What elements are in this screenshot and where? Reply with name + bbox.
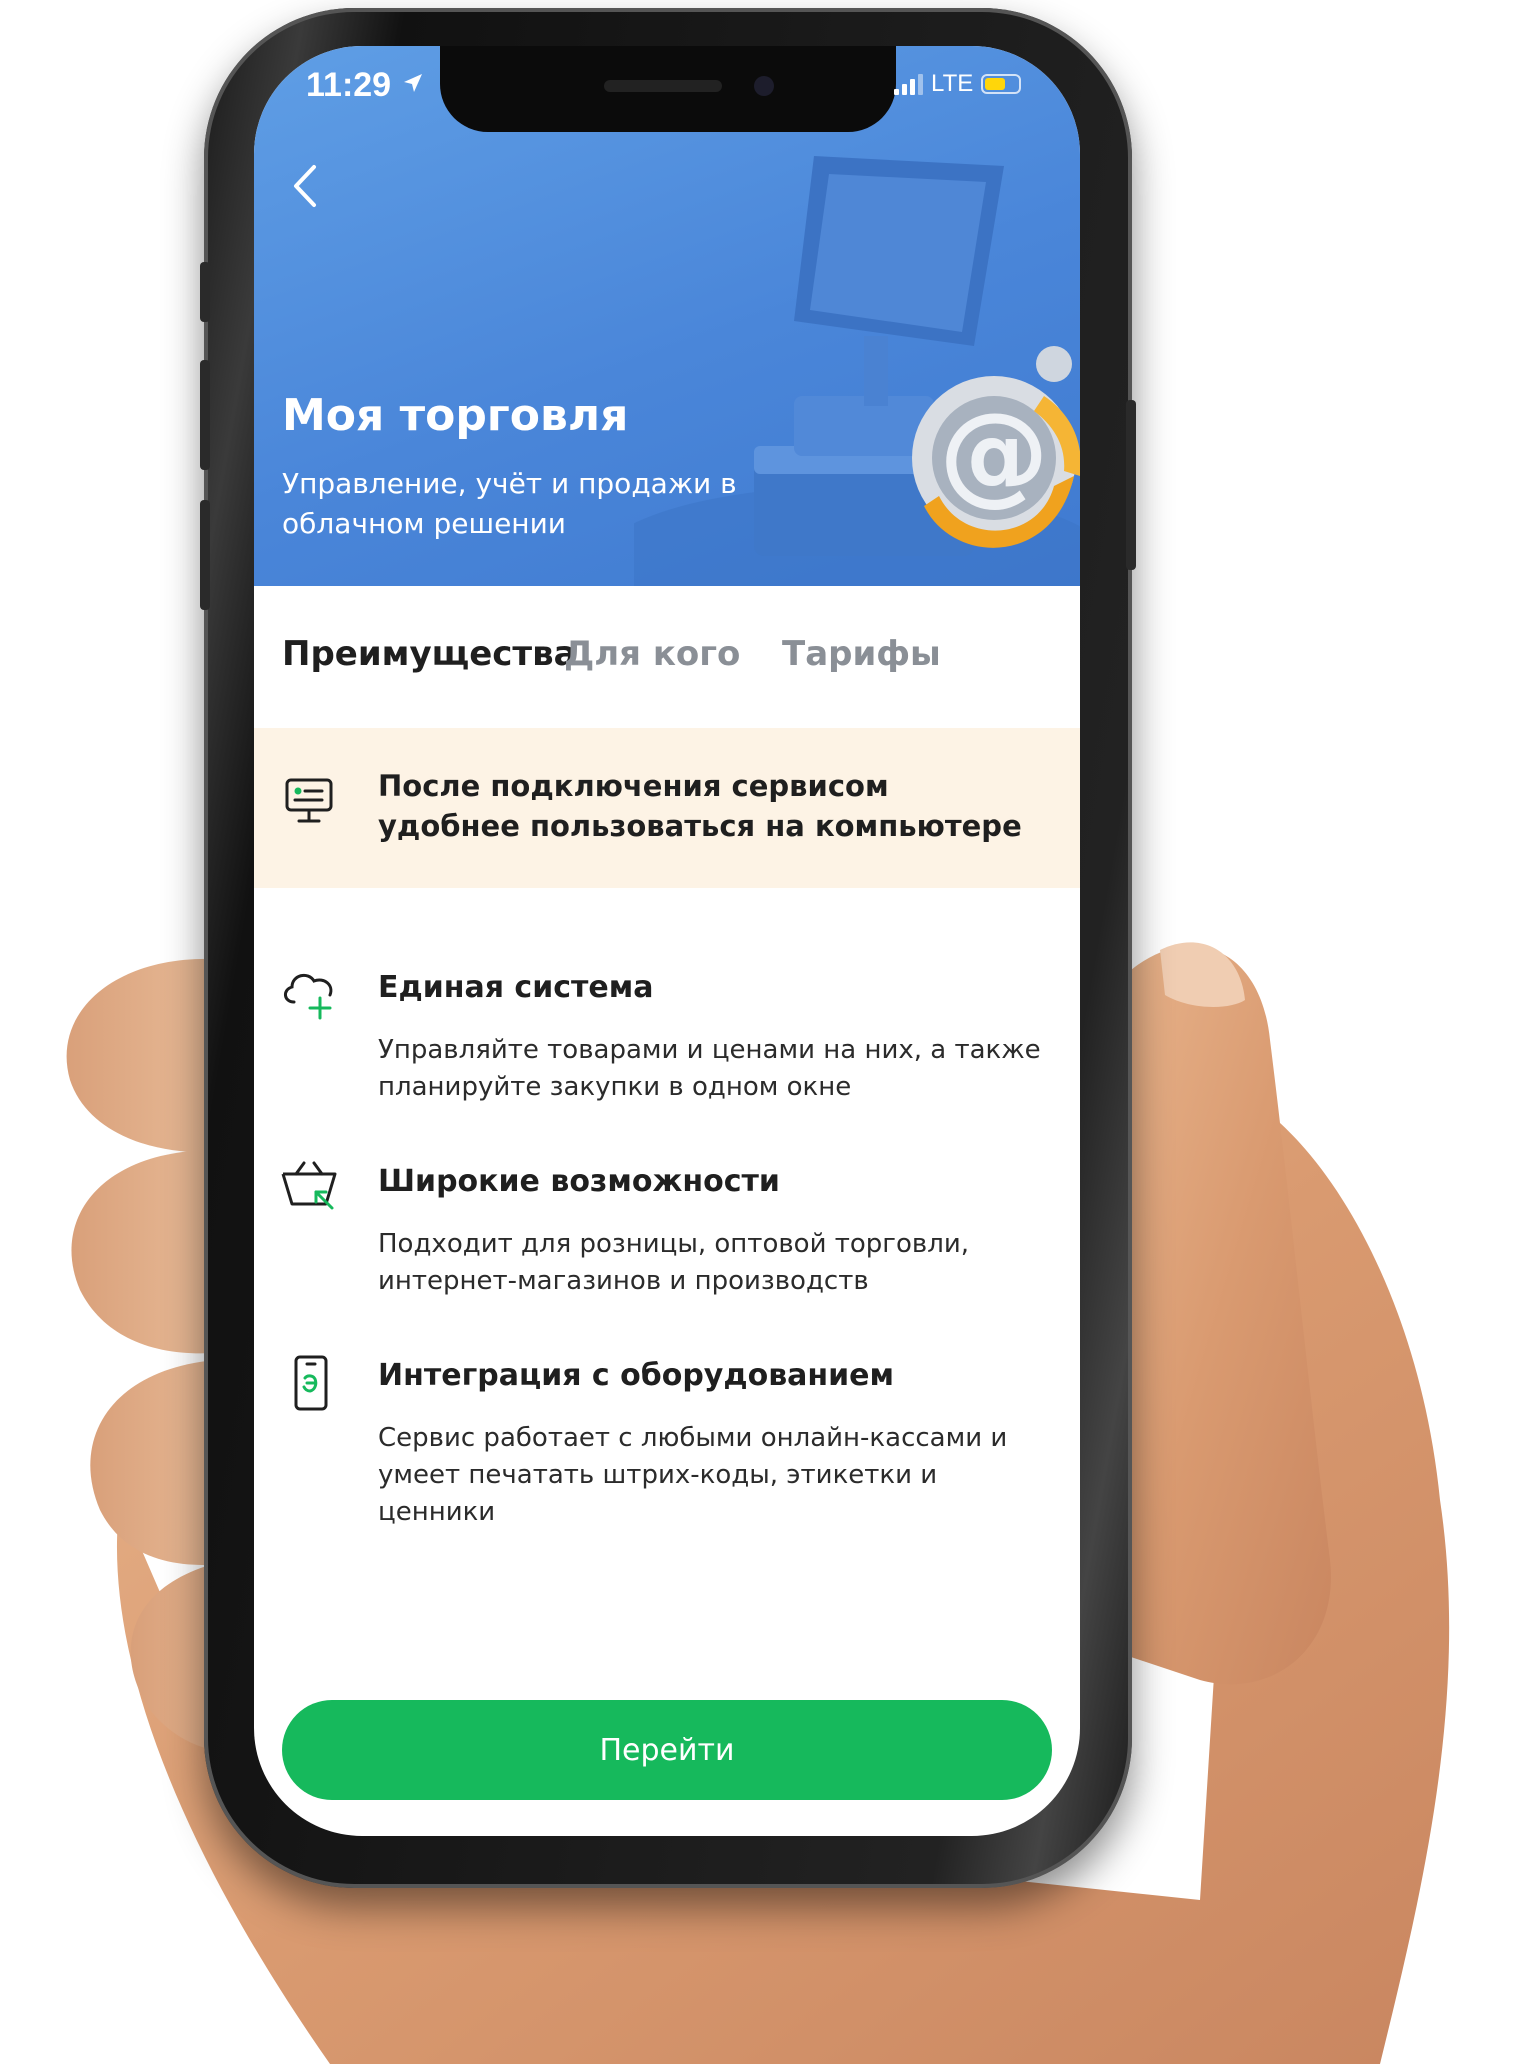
hero-banner: @ 11:29 LTE Моя торговля Управление, учё… <box>254 46 1080 586</box>
volume-down-button <box>200 500 210 610</box>
feature-title: Единая система <box>378 970 654 1005</box>
back-button[interactable] <box>280 156 330 216</box>
feature-title: Интеграция с оборудованием <box>378 1358 895 1393</box>
svg-text:@: @ <box>939 389 1049 517</box>
location-arrow-icon <box>404 74 422 92</box>
go-button[interactable]: Перейти <box>282 1700 1052 1800</box>
desktop-notice: После подключения сервисом удобнее польз… <box>254 728 1080 888</box>
front-camera <box>754 76 774 96</box>
camera-notch <box>440 46 896 132</box>
status-time: 11:29 <box>306 66 392 104</box>
tab-for-whom[interactable]: Для кого <box>564 634 740 674</box>
app-screen: @ 11:29 LTE Моя торговля Управление, учё… <box>254 46 1080 1836</box>
basket-arrow-icon <box>281 1161 337 1210</box>
page-subtitle: Управление, учёт и продажи в облачном ре… <box>282 467 737 540</box>
earpiece-speaker <box>604 80 722 92</box>
tab-bar: Преимущества Для кого Тарифы <box>254 586 1080 735</box>
page-title: Моя торговля <box>282 390 629 441</box>
network-type: LTE <box>931 70 974 97</box>
chevron-left-icon <box>294 165 316 207</box>
power-button <box>1126 400 1136 570</box>
tab-advantages[interactable]: Преимущества <box>282 634 577 674</box>
feature-description: Подходит для розницы, оптовой торговли, … <box>378 1229 969 1296</box>
tab-tariffs[interactable]: Тарифы <box>782 634 941 674</box>
battery-icon <box>981 74 1022 94</box>
feature-description: Управляйте товарами и ценами на них, а т… <box>378 1035 1041 1102</box>
status-indicators: LTE <box>894 70 1022 98</box>
volume-up-button <box>200 360 210 470</box>
phone-receipt-icon <box>294 1355 328 1411</box>
feature-description: Сервис работает с любыми онлайн-кассами … <box>378 1423 1008 1527</box>
signal-strength-icon <box>894 73 923 95</box>
notice-text: После подключения сервисом удобнее польз… <box>378 769 1022 843</box>
mute-switch <box>200 262 210 322</box>
cloud-plus-icon <box>284 973 333 1020</box>
monitor-icon <box>285 778 333 823</box>
feature-title: Широкие возможности <box>378 1164 780 1199</box>
